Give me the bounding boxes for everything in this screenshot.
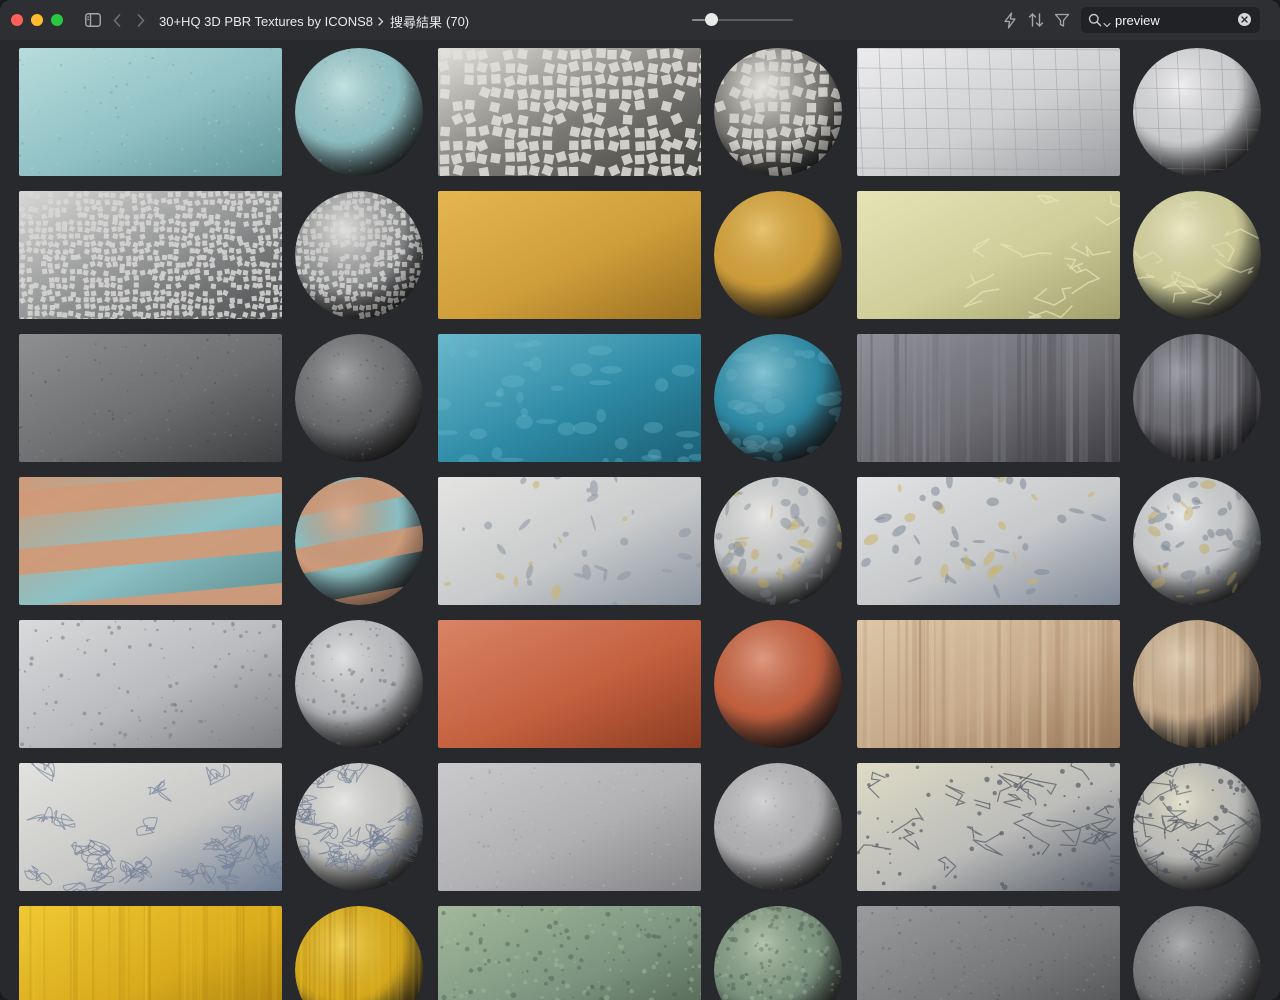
material-sphere-preview[interactable] (295, 191, 423, 319)
material-sphere-preview[interactable] (714, 763, 842, 891)
window-minimize-button[interactable] (31, 14, 43, 26)
material-sphere-preview[interactable] (714, 334, 842, 462)
texture-thumbnail[interactable] (438, 477, 701, 605)
search-icon[interactable] (1088, 13, 1102, 27)
texture-thumbnail[interactable] (19, 620, 282, 748)
material-sphere-preview[interactable] (1133, 191, 1261, 319)
material-sphere-preview[interactable] (714, 477, 842, 605)
material-sphere-preview[interactable] (714, 191, 842, 319)
lightning-icon[interactable] (1001, 11, 1019, 29)
material-sphere-preview[interactable] (295, 763, 423, 891)
texture-thumbnail[interactable] (19, 763, 282, 891)
search-input[interactable] (1115, 11, 1233, 29)
material-sphere-preview[interactable] (1133, 334, 1261, 462)
chevron-left-icon[interactable] (108, 11, 126, 29)
search-box[interactable] (1081, 7, 1260, 33)
chevron-down-icon[interactable] (1103, 16, 1111, 28)
material-sphere-preview[interactable] (1133, 906, 1261, 1000)
sort-icon[interactable] (1027, 11, 1045, 29)
breadcrumb-current: 搜尋結果 (390, 14, 443, 30)
filter-icon[interactable] (1053, 11, 1071, 29)
texture-thumbnail[interactable] (438, 334, 701, 462)
material-sphere-preview[interactable] (714, 906, 842, 1000)
texture-thumbnail[interactable] (857, 906, 1120, 1000)
texture-thumbnail[interactable] (438, 191, 701, 319)
texture-thumbnail[interactable] (857, 477, 1120, 605)
material-sphere-preview[interactable] (295, 620, 423, 748)
app-window: 30+HQ 3D PBR Textures by ICONS8 搜尋結果 (70… (0, 0, 1280, 1000)
slider-thumb[interactable] (705, 13, 719, 26)
breadcrumb: 30+HQ 3D PBR Textures by ICONS8 搜尋結果 (70… (159, 12, 469, 30)
clear-icon[interactable] (1238, 13, 1251, 26)
texture-thumbnail[interactable] (19, 906, 282, 1000)
material-sphere-preview[interactable] (295, 477, 423, 605)
window-zoom-button[interactable] (51, 14, 63, 26)
thumbnail-size-slider[interactable] (692, 13, 793, 27)
material-sphere-preview[interactable] (295, 48, 423, 176)
material-sphere-preview[interactable] (295, 334, 423, 462)
material-sphere-preview[interactable] (1133, 48, 1261, 176)
texture-grid (0, 40, 1280, 1000)
texture-thumbnail[interactable] (19, 477, 282, 605)
window-close-button[interactable] (11, 14, 23, 26)
texture-thumbnail[interactable] (438, 48, 701, 176)
texture-thumbnail[interactable] (438, 906, 701, 1000)
texture-thumbnail[interactable] (438, 620, 701, 748)
material-sphere-preview[interactable] (1133, 620, 1261, 748)
title-toolbar: 30+HQ 3D PBR Textures by ICONS8 搜尋結果 (70… (0, 0, 1280, 40)
material-sphere-preview[interactable] (1133, 477, 1261, 605)
texture-thumbnail[interactable] (19, 334, 282, 462)
texture-thumbnail[interactable] (857, 191, 1120, 319)
breadcrumb-separator-icon (378, 16, 384, 26)
material-sphere-preview[interactable] (714, 48, 842, 176)
texture-thumbnail[interactable] (857, 763, 1120, 891)
material-sphere-preview[interactable] (714, 620, 842, 748)
chevron-right-icon[interactable] (132, 11, 150, 29)
texture-thumbnail[interactable] (438, 763, 701, 891)
texture-thumbnail[interactable] (857, 48, 1120, 176)
texture-thumbnail[interactable] (857, 334, 1120, 462)
texture-thumbnail[interactable] (19, 48, 282, 176)
material-sphere-preview[interactable] (295, 906, 423, 1000)
sidebar-toggle-icon[interactable] (84, 11, 102, 29)
texture-thumbnail[interactable] (19, 191, 282, 319)
breadcrumb-folder[interactable]: 30+HQ 3D PBR Textures by ICONS8 (159, 14, 373, 29)
result-count: (70) (446, 13, 470, 29)
texture-thumbnail[interactable] (857, 620, 1120, 748)
material-sphere-preview[interactable] (1133, 763, 1261, 891)
